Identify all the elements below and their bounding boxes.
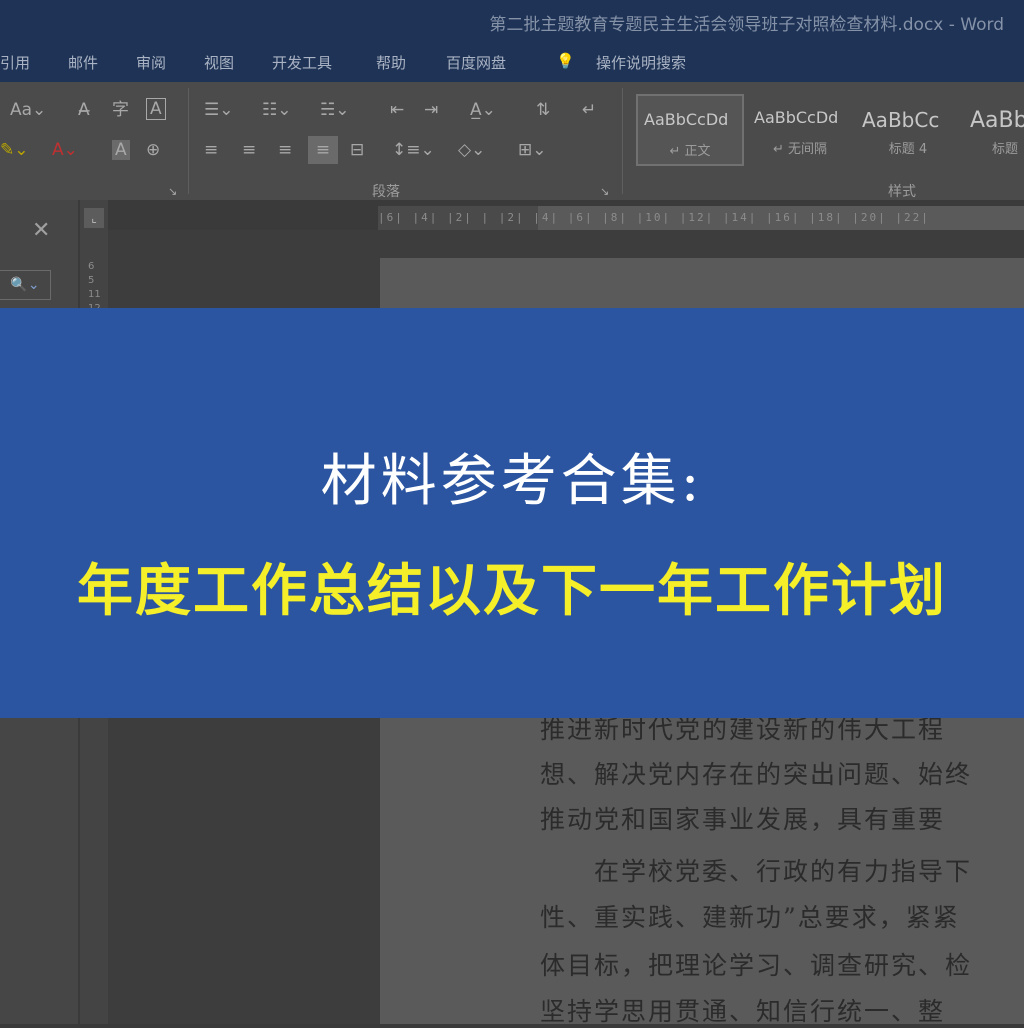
distributed-icon[interactable]: ⊟	[350, 140, 364, 160]
search-icon[interactable]: 🔍⌄	[0, 270, 51, 300]
tab-view[interactable]: 视图	[204, 52, 234, 73]
tab-help[interactable]: 帮助	[376, 52, 406, 73]
phonetic-guide-icon[interactable]: 字	[112, 100, 129, 120]
ribbon-separator	[622, 88, 623, 194]
banner-subtitle: 材料参考合集:	[320, 449, 704, 514]
style-sample: AaBbCcDd	[754, 108, 839, 127]
tab-mailings[interactable]: 邮件	[68, 52, 98, 73]
align-left-icon[interactable]: ≡	[204, 140, 218, 160]
horizontal-ruler[interactable]: |6| |4| |2| | |2| |4| |6| |8| |10| |12| …	[378, 206, 1024, 230]
style-no-spacing[interactable]: AaBbCcDd ↵ 无间隔	[748, 94, 852, 162]
document-line: 想、解决党内存在的突出问题、始终	[540, 760, 973, 789]
character-shading-icon[interactable]: A	[112, 140, 130, 160]
change-case-icon[interactable]: Aa⌄	[10, 100, 46, 120]
style-title[interactable]: AaBb 标题	[964, 94, 1024, 162]
style-sample: AaBbCcDd	[644, 110, 729, 129]
increase-indent-icon[interactable]: ⇥	[424, 100, 438, 120]
tab-selector[interactable]: ⌞	[84, 208, 104, 228]
asian-layout-icon[interactable]: A̲⌄	[470, 100, 496, 120]
enclose-character-icon[interactable]: ⊕	[146, 140, 160, 160]
title-bar: 第二批主题教育专题民主生活会领导班子对照检查材料.docx - Word	[0, 0, 1024, 42]
justify-icon[interactable]: ≡	[308, 136, 338, 164]
horizontal-ruler-numbers: |6| |4| |2| | |2| |4| |6| |8| |10| |12| …	[378, 211, 930, 224]
decrease-indent-icon[interactable]: ⇤	[390, 100, 404, 120]
font-color-icon[interactable]: A⌄	[52, 140, 78, 160]
line-spacing-icon[interactable]: ↕≡⌄	[392, 140, 435, 160]
title-banner: 材料参考合集: 年度工作总结以及下一年工作计划	[0, 308, 1024, 718]
align-center-icon[interactable]: ≡	[242, 140, 256, 160]
bullets-icon[interactable]: ☰⌄	[204, 100, 233, 120]
style-heading-4[interactable]: AaBbCc 标题 4	[856, 94, 960, 162]
character-border-icon[interactable]: A	[146, 98, 166, 120]
font-dialog-launcher-icon[interactable]: ↘	[168, 182, 177, 202]
show-formatting-icon[interactable]: ↵	[582, 100, 596, 120]
document-line: 坚持学思用贯通、知信行统一、整	[540, 997, 946, 1026]
window-title: 第二批主题教育专题民主生活会领导班子对照检查材料.docx - Word	[489, 15, 1004, 35]
style-name: ↵ 无间隔	[772, 142, 828, 157]
style-name: 标题	[992, 142, 1019, 157]
shading-icon[interactable]: ◇⌄	[458, 140, 485, 160]
style-sample: AaBb	[970, 108, 1024, 133]
document-line: 性、重实践、建新功”总要求，紧紧	[540, 903, 960, 932]
paragraph-dialog-launcher-icon[interactable]: ↘	[600, 182, 609, 202]
ribbon: Aa⌄ A̶ 字 A ✎⌄ A⌄ A ⊕ ↘ ☰⌄ ☷⌄ ☵⌄ ⇤ ⇥ A̲⌄ …	[0, 82, 1024, 200]
clear-format-icon[interactable]: A̶	[78, 100, 90, 120]
styles-group-label: 样式	[888, 184, 916, 200]
tab-references[interactable]: 引用	[0, 52, 30, 73]
tab-developer[interactable]: 开发工具	[272, 52, 332, 73]
highlight-icon[interactable]: ✎⌄	[0, 140, 29, 160]
document-line: 体目标，把理论学习、调查研究、检	[540, 951, 973, 980]
style-name: 标题 4	[888, 142, 928, 157]
tab-baidu-netdisk[interactable]: 百度网盘	[446, 52, 506, 73]
ribbon-separator	[188, 88, 189, 194]
menu-bar: 引用 邮件 审阅 视图 开发工具 帮助 百度网盘 💡 操作说明搜索	[0, 42, 1024, 82]
numbering-icon[interactable]: ☷⌄	[262, 100, 291, 120]
style-name: ↵ 正文	[669, 144, 711, 159]
document-line: 在学校党委、行政的有力指导下	[540, 857, 973, 886]
document-line: 推动党和国家事业发展，具有重要	[540, 805, 946, 834]
tell-me-search[interactable]: 操作说明搜索	[596, 52, 686, 73]
tab-review[interactable]: 审阅	[136, 52, 166, 73]
sort-icon[interactable]: ⇅	[536, 100, 550, 120]
banner-title: 年度工作总结以及下一年工作计划	[77, 558, 947, 624]
align-right-icon[interactable]: ≡	[278, 140, 292, 160]
multilevel-list-icon[interactable]: ☵⌄	[320, 100, 349, 120]
style-sample: AaBbCc	[862, 108, 940, 132]
borders-icon[interactable]: ⊞⌄	[518, 140, 547, 160]
close-icon[interactable]: ✕	[32, 218, 50, 243]
style-normal[interactable]: AaBbCcDd ↵ 正文	[636, 94, 744, 166]
lightbulb-icon: 💡	[556, 52, 575, 70]
paragraph-group-label: 段落	[372, 184, 400, 200]
